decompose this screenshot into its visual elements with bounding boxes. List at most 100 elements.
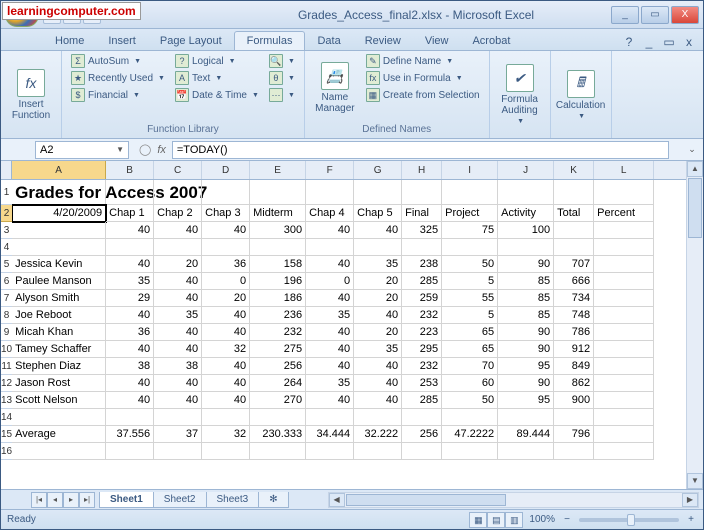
- row-header[interactable]: 8: [1, 307, 12, 324]
- sheet-tab[interactable]: Sheet1: [99, 492, 154, 508]
- sheet-nav-last[interactable]: ▸|: [79, 492, 95, 508]
- cell[interactable]: [554, 222, 594, 239]
- cell[interactable]: Stephen Diaz: [12, 358, 106, 375]
- cell[interactable]: [154, 443, 202, 460]
- sheet-nav-first[interactable]: |◂: [31, 492, 47, 508]
- cell[interactable]: [498, 180, 554, 205]
- cell[interactable]: 37: [154, 426, 202, 443]
- cell[interactable]: [402, 180, 442, 205]
- cell[interactable]: [106, 409, 154, 426]
- cell[interactable]: 285: [402, 273, 442, 290]
- col-header[interactable]: D: [202, 161, 250, 179]
- tab-view[interactable]: View: [413, 32, 461, 50]
- new-sheet-button[interactable]: ✻: [258, 492, 288, 508]
- cell[interactable]: 40: [154, 222, 202, 239]
- col-header[interactable]: G: [354, 161, 402, 179]
- row-header[interactable]: 9: [1, 324, 12, 341]
- cell[interactable]: 40: [106, 256, 154, 273]
- col-header[interactable]: H: [402, 161, 442, 179]
- formula-input[interactable]: =TODAY(): [172, 141, 669, 159]
- close-button[interactable]: X: [671, 6, 699, 24]
- cell[interactable]: 300: [250, 222, 306, 239]
- cell[interactable]: 40: [306, 222, 354, 239]
- cell[interactable]: [442, 443, 498, 460]
- cell[interactable]: Joe Reboot: [12, 307, 106, 324]
- cell[interactable]: Jason Rost: [12, 375, 106, 392]
- cell[interactable]: [306, 239, 354, 256]
- cell[interactable]: 230.333: [250, 426, 306, 443]
- normal-view-button[interactable]: ▦: [469, 512, 487, 528]
- cell[interactable]: 796: [554, 426, 594, 443]
- cell[interactable]: 90: [498, 375, 554, 392]
- cell[interactable]: 259: [402, 290, 442, 307]
- cell[interactable]: 32.222: [354, 426, 402, 443]
- cell[interactable]: 85: [498, 290, 554, 307]
- cell[interactable]: 912: [554, 341, 594, 358]
- col-header[interactable]: J: [498, 161, 554, 179]
- row-header[interactable]: 3: [1, 222, 12, 239]
- cell[interactable]: 50: [442, 392, 498, 409]
- cell[interactable]: 29: [106, 290, 154, 307]
- cell[interactable]: [12, 222, 106, 239]
- cell[interactable]: Chap 2: [154, 205, 202, 222]
- cell[interactable]: 65: [442, 341, 498, 358]
- vertical-scrollbar[interactable]: ▲ ▼: [686, 161, 703, 489]
- cell[interactable]: 40: [106, 222, 154, 239]
- cell[interactable]: 40: [306, 324, 354, 341]
- cell[interactable]: 0: [202, 273, 250, 290]
- cell[interactable]: 35: [306, 375, 354, 392]
- cell[interactable]: 85: [498, 273, 554, 290]
- cell[interactable]: 0: [306, 273, 354, 290]
- cell[interactable]: 36: [106, 324, 154, 341]
- scroll-left-icon[interactable]: ◀: [329, 493, 345, 507]
- cell[interactable]: [306, 443, 354, 460]
- cell[interactable]: [594, 375, 654, 392]
- scroll-thumb[interactable]: [346, 494, 506, 506]
- col-header[interactable]: A: [12, 161, 106, 179]
- cell[interactable]: 40: [154, 290, 202, 307]
- cell[interactable]: [12, 409, 106, 426]
- doc-minimize-button[interactable]: _: [641, 34, 657, 50]
- cell[interactable]: 35: [354, 256, 402, 273]
- cell[interactable]: Percent: [594, 205, 654, 222]
- cell[interactable]: 40: [306, 341, 354, 358]
- row-header[interactable]: 4: [1, 239, 12, 256]
- cell[interactable]: [202, 409, 250, 426]
- cell[interactable]: [12, 443, 106, 460]
- page-layout-view-button[interactable]: ▤: [487, 512, 505, 528]
- insert-function-button[interactable]: fx Insert Function: [7, 53, 55, 136]
- row-header[interactable]: 16: [1, 443, 12, 460]
- cell[interactable]: [554, 180, 594, 205]
- more-functions-button[interactable]: ⋯▼: [266, 87, 298, 103]
- cell[interactable]: [594, 409, 654, 426]
- cell[interactable]: [250, 239, 306, 256]
- tab-data[interactable]: Data: [305, 32, 352, 50]
- cell[interactable]: [106, 180, 154, 205]
- cell[interactable]: 748: [554, 307, 594, 324]
- row-header[interactable]: 14: [1, 409, 12, 426]
- cell[interactable]: 40: [106, 307, 154, 324]
- col-header[interactable]: L: [594, 161, 654, 179]
- cell[interactable]: 40: [354, 375, 402, 392]
- page-break-view-button[interactable]: ▥: [505, 512, 523, 528]
- name-manager-button[interactable]: 📇 Name Manager: [311, 53, 359, 123]
- cell[interactable]: [202, 180, 250, 205]
- date-time-button[interactable]: 📅Date & Time▼: [172, 87, 262, 103]
- cell[interactable]: [442, 180, 498, 205]
- row-header[interactable]: 13: [1, 392, 12, 409]
- chevron-down-icon[interactable]: ▼: [116, 145, 124, 154]
- cell[interactable]: 35: [106, 273, 154, 290]
- cell[interactable]: 40: [202, 375, 250, 392]
- cell[interactable]: [442, 409, 498, 426]
- col-header[interactable]: K: [554, 161, 594, 179]
- cell[interactable]: 253: [402, 375, 442, 392]
- maximize-button[interactable]: ▭: [641, 6, 669, 24]
- cell[interactable]: 40: [154, 324, 202, 341]
- cell[interactable]: 85: [498, 307, 554, 324]
- cell[interactable]: [594, 392, 654, 409]
- cell[interactable]: [250, 443, 306, 460]
- cell[interactable]: 40: [106, 392, 154, 409]
- cell[interactable]: 849: [554, 358, 594, 375]
- cell[interactable]: Paulee Manson: [12, 273, 106, 290]
- col-header[interactable]: I: [442, 161, 498, 179]
